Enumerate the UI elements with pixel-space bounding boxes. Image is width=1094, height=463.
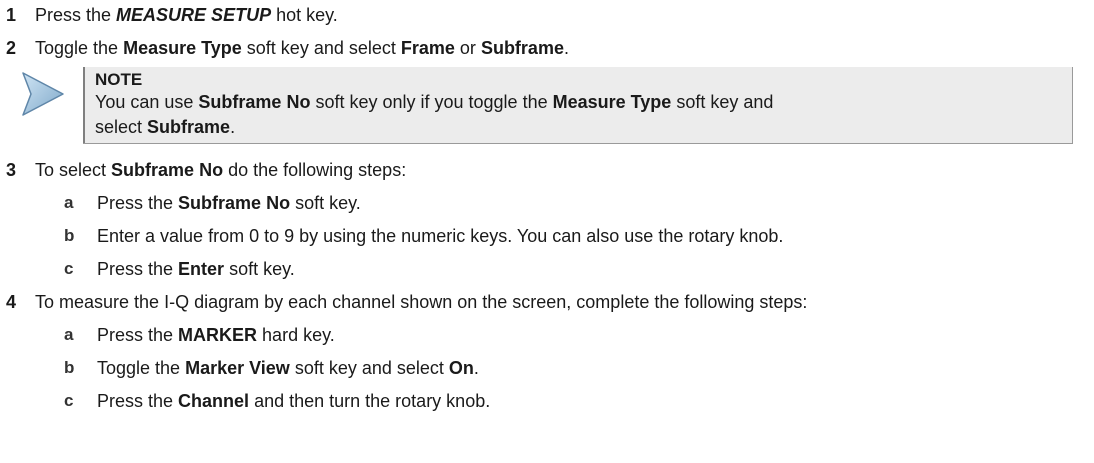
substep-letter: b: [64, 358, 75, 377]
substep-text: Toggle the Marker View soft key and sele…: [97, 358, 479, 378]
step-text: Toggle the Measure Type soft key and sel…: [35, 38, 569, 58]
step-number: 4: [6, 292, 17, 312]
substep-letter: a: [64, 193, 74, 212]
substep-text: Press the MARKER hard key.: [97, 325, 335, 345]
step-text: Press the MEASURE SETUP hot key.: [35, 5, 338, 25]
note-title: NOTE: [95, 70, 143, 89]
substep-letter: c: [64, 391, 74, 410]
substep-letter: a: [64, 325, 74, 344]
substep-text: Press the Channel and then turn the rota…: [97, 391, 491, 411]
step-text: To measure the I-Q diagram by each chann…: [35, 292, 808, 312]
substep-letter: c: [64, 259, 74, 278]
step-text: To select Subframe No do the following s…: [35, 160, 407, 180]
note-line-2: select Subframe.: [95, 117, 236, 137]
step-number: 1: [6, 5, 17, 25]
step-number: 2: [6, 38, 17, 58]
substep-text: Press the Subframe No soft key.: [97, 193, 361, 213]
note-divider: [83, 67, 85, 143]
substep-text: Press the Enter soft key.: [97, 259, 295, 279]
note-line-1: You can use Subframe No soft key only if…: [95, 92, 774, 112]
substep-letter: b: [64, 226, 75, 245]
step-number: 3: [6, 160, 17, 180]
note-arrow-icon: [22, 72, 64, 116]
note-box: NOTE You can use Subframe No soft key on…: [83, 67, 1073, 144]
substep-text: Enter a value from 0 to 9 by using the n…: [97, 226, 784, 246]
